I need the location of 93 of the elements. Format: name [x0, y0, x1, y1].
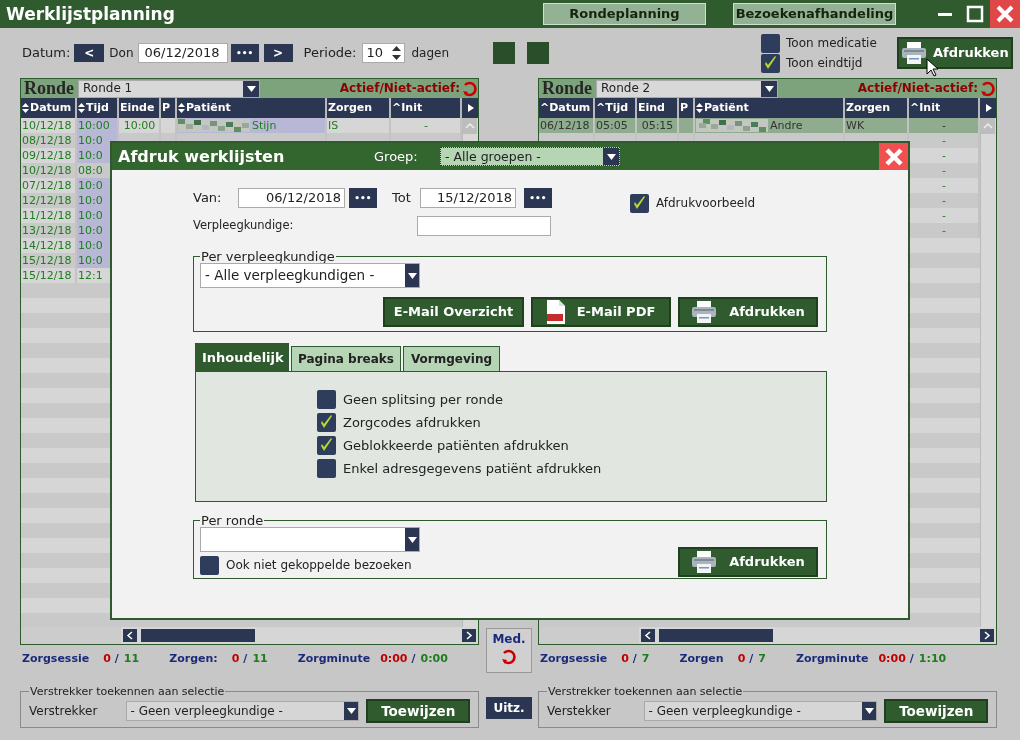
table-cell: 05:05 — [595, 118, 637, 133]
option-label: Afdrukvoorbeeld — [656, 195, 756, 211]
nav-button[interactable]: Bezoekenafhandeling — [733, 3, 896, 25]
summary-label: Zorgsessie — [22, 652, 90, 666]
summary-label: Zorgen: — [169, 652, 218, 666]
done-count: 0:00 — [878, 652, 906, 666]
separator-text: / — [632, 652, 637, 666]
assign-button[interactable]: Toewijzen — [884, 699, 988, 723]
summary-label: Zorgminute — [796, 652, 869, 666]
done-count: 0 — [231, 652, 240, 666]
total-count: 0:00 — [420, 652, 448, 666]
table-cell: IS — [327, 118, 391, 133]
window-title: Werklijstplanning — [5, 3, 176, 25]
action-button[interactable]: E-Mail PDF — [531, 297, 671, 327]
separator-text: / — [909, 652, 914, 666]
assign-button[interactable]: Toewijzen — [366, 699, 470, 723]
separator-text: / — [411, 652, 416, 666]
table-cell: 06/12/18 — [539, 118, 595, 133]
action-button[interactable]: E-Mail Overzicht — [383, 297, 524, 327]
date-picker-button[interactable]: ••• — [349, 188, 377, 208]
previous-button[interactable]: < — [74, 44, 105, 62]
nurse-select[interactable]: - Alle verpleegkundigen - — [200, 263, 420, 288]
table-cell: 10:0 — [77, 133, 119, 148]
from-label: Van: — [193, 190, 223, 206]
period-label: Periode: — [303, 45, 357, 61]
summary-label: Zorgen — [679, 652, 724, 666]
status-label: Actief/Niet-actief: — [857, 81, 979, 96]
option-label: Enkel adresgegevens patiënt afdrukken — [343, 460, 602, 477]
med-button[interactable]: Med. — [486, 628, 532, 673]
group-legend: Verstrekker toekennen aan selectie — [29, 686, 226, 697]
to-label: Tot — [392, 190, 412, 206]
tab[interactable]: Pagina breaks — [291, 346, 401, 371]
done-count: 0 — [103, 652, 111, 666]
summary-label: Zorgsessie — [540, 652, 608, 666]
option-label: Zorgcodes afdrukken — [343, 414, 481, 431]
to-date-field[interactable]: 15/12/2018 — [420, 188, 516, 208]
tab[interactable]: Inhoudelijk — [195, 343, 289, 371]
from-date-field[interactable]: 06/12/2018 — [238, 188, 345, 208]
table-cell: Stijn — [177, 118, 327, 133]
group-label: Groep: — [374, 148, 419, 165]
period-spinner[interactable]: 10 — [362, 43, 406, 63]
table-cell: Andre — [695, 118, 845, 133]
total-count: 11 — [123, 652, 140, 666]
table-row[interactable]: 06/12/18 05:05 05:15 Andre WK - — [539, 118, 980, 133]
total-count: 1:10 — [918, 652, 947, 666]
table-cell: 05:15 — [637, 118, 679, 133]
group-legend: Verstrekker toekennen aan selectie — [547, 686, 744, 697]
done-count: 0:00 — [380, 652, 408, 666]
option-label: Geblokkeerde patiënten afdrukken — [343, 437, 569, 454]
nav-button[interactable]: Rondeplanning — [543, 3, 706, 25]
done-count: 0 — [737, 652, 746, 666]
summary-label: Zorgminute — [297, 652, 371, 666]
date-field[interactable]: 06/12/2018 — [137, 43, 228, 63]
assign-label: Verstekker — [547, 703, 612, 719]
uitz-button[interactable]: Uitz. — [486, 697, 532, 719]
table-cell: 15/12/18 — [21, 268, 77, 283]
round-select[interactable]: Ronde 1 — [78, 79, 260, 98]
group-legend: Per verpleegkundige — [200, 250, 336, 263]
assign-label: Verstrekker — [29, 703, 99, 719]
option-label: Toon eindtijd — [786, 55, 863, 71]
round-select[interactable]: Ronde 2 — [596, 79, 778, 98]
done-count: 0 — [621, 652, 629, 666]
option-label: Ook niet gekoppelde bezoeken — [226, 558, 412, 573]
nurse-label: Verpleegkundige: — [193, 219, 295, 233]
date-picker-button[interactable]: ••• — [230, 44, 259, 62]
separator-text: / — [243, 652, 248, 666]
separator-text: / — [114, 652, 119, 666]
nurse-select[interactable]: - Geen verpleegkundige - — [125, 701, 360, 721]
nurse-select[interactable]: - Geen verpleegkundige - — [643, 701, 878, 721]
round-label: Ronde — [23, 79, 75, 98]
option-label: Geen splitsing per ronde — [343, 391, 504, 408]
action-button[interactable]: Afdrukken — [678, 297, 818, 327]
print-button[interactable]: Afdrukken — [678, 547, 818, 577]
option-label: Toon medicatie — [786, 35, 877, 51]
dialog-title: Afdruk werklijsten — [117, 146, 286, 167]
print-button[interactable]: Afdrukken — [896, 37, 1013, 69]
separator-text: / — [749, 652, 754, 666]
next-button[interactable]: > — [263, 44, 293, 62]
round-label: Ronde — [541, 79, 593, 98]
total-count: 11 — [252, 652, 268, 666]
total-count: 7 — [641, 652, 650, 666]
period-unit: dagen — [411, 45, 450, 61]
total-count: 7 — [758, 652, 766, 666]
table-cell: 10:00 — [77, 118, 119, 133]
status-label: Actief/Niet-actief: — [339, 81, 461, 96]
tab[interactable]: Vormgeving — [403, 346, 500, 371]
date-picker-button[interactable]: ••• — [524, 188, 552, 208]
group-legend: Per ronde — [200, 514, 265, 527]
table-cell: WK — [845, 118, 909, 133]
table-row[interactable]: 10/12/18 10:00 10:00 Stijn IS - — [21, 118, 462, 133]
day-label: Don — [109, 45, 134, 61]
group-select[interactable]: - Alle groepen - — [440, 147, 620, 166]
date-label: Datum: — [22, 45, 71, 61]
